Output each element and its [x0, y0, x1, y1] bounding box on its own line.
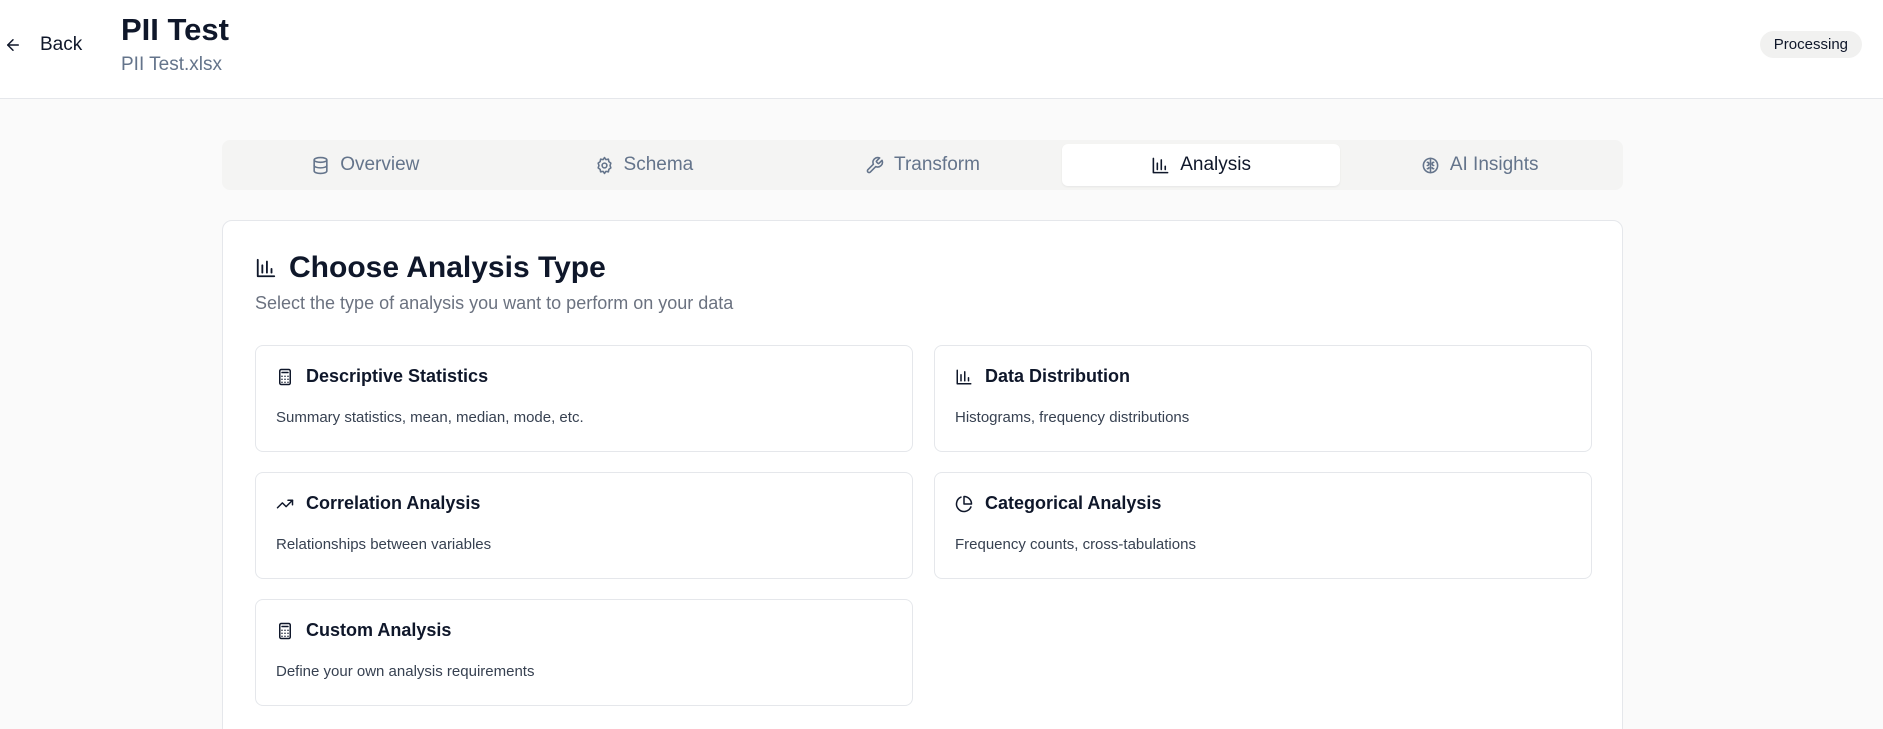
- page-title: PII Test: [121, 12, 229, 47]
- option-description: Summary statistics, mean, median, mode, …: [276, 409, 584, 426]
- option-title: Data Distribution: [985, 366, 1131, 386]
- option-title: Custom Analysis: [306, 620, 452, 640]
- option-data-distribution[interactable]: Data Distribution Histograms, frequency …: [934, 345, 1592, 452]
- option-correlation-analysis[interactable]: Correlation Analysis Relationships betwe…: [255, 472, 913, 579]
- arrow-left-icon: [7, 39, 19, 51]
- calculator-icon: [279, 368, 291, 385]
- brain-icon: [1422, 157, 1439, 173]
- bar-chart-icon: [1152, 157, 1169, 173]
- option-custom-analysis[interactable]: Custom Analysis Define your own analysis…: [255, 599, 913, 706]
- card-description: Select the type of analysis you want to …: [255, 293, 734, 313]
- tab-label: Transform: [894, 154, 980, 175]
- bar-chart-icon: [256, 258, 276, 278]
- analysis-type-card: Choose Analysis Type Select the type of …: [222, 220, 1623, 729]
- card-title: Choose Analysis Type: [289, 251, 606, 284]
- tab-schema[interactable]: Schema: [505, 144, 784, 186]
- pie-chart-icon: [955, 495, 973, 512]
- database-icon: [313, 156, 328, 174]
- trending-up-icon: [276, 499, 294, 508]
- tab-label: AI Insights: [1449, 154, 1539, 175]
- option-description: Define your own analysis requirements: [276, 663, 535, 680]
- tab-overview[interactable]: Overview: [226, 144, 505, 186]
- file-name: PII Test.xlsx: [121, 54, 223, 75]
- wrench-icon: [866, 156, 884, 173]
- option-title: Descriptive Statistics: [306, 366, 489, 386]
- page-header: Back PII Test PII Test.xlsx Processing: [0, 0, 1883, 99]
- option-categorical-analysis[interactable]: Categorical Analysis Frequency counts, c…: [934, 472, 1592, 579]
- tab-bar: Overview Schema Transform Analysis AI In…: [222, 140, 1623, 190]
- option-title: Correlation Analysis: [306, 493, 481, 513]
- status-badge: Processing: [1759, 31, 1862, 58]
- option-description: Frequency counts, cross-tabulations: [955, 536, 1196, 553]
- bar-chart-icon: [956, 369, 972, 384]
- tab-transform[interactable]: Transform: [783, 144, 1062, 186]
- back-button[interactable]: Back: [4, 30, 82, 60]
- back-label: Back: [40, 34, 83, 55]
- tab-analysis[interactable]: Analysis: [1061, 144, 1341, 186]
- tab-label: Overview: [340, 154, 420, 175]
- option-description: Relationships between variables: [276, 536, 492, 553]
- card-header: Choose Analysis Type: [255, 251, 606, 285]
- tab-ai-insights[interactable]: AI Insights: [1340, 144, 1619, 186]
- option-title: Categorical Analysis: [985, 493, 1162, 513]
- option-description: Histograms, frequency distributions: [955, 409, 1190, 426]
- option-descriptive-statistics[interactable]: Descriptive Statistics Summary statistic…: [255, 345, 913, 452]
- tab-label: Schema: [623, 154, 694, 175]
- tab-label: Analysis: [1180, 154, 1251, 175]
- gear-icon: [596, 156, 612, 174]
- analysis-options-grid: Descriptive Statistics Summary statistic…: [255, 345, 1593, 706]
- calculator-icon: [279, 622, 291, 639]
